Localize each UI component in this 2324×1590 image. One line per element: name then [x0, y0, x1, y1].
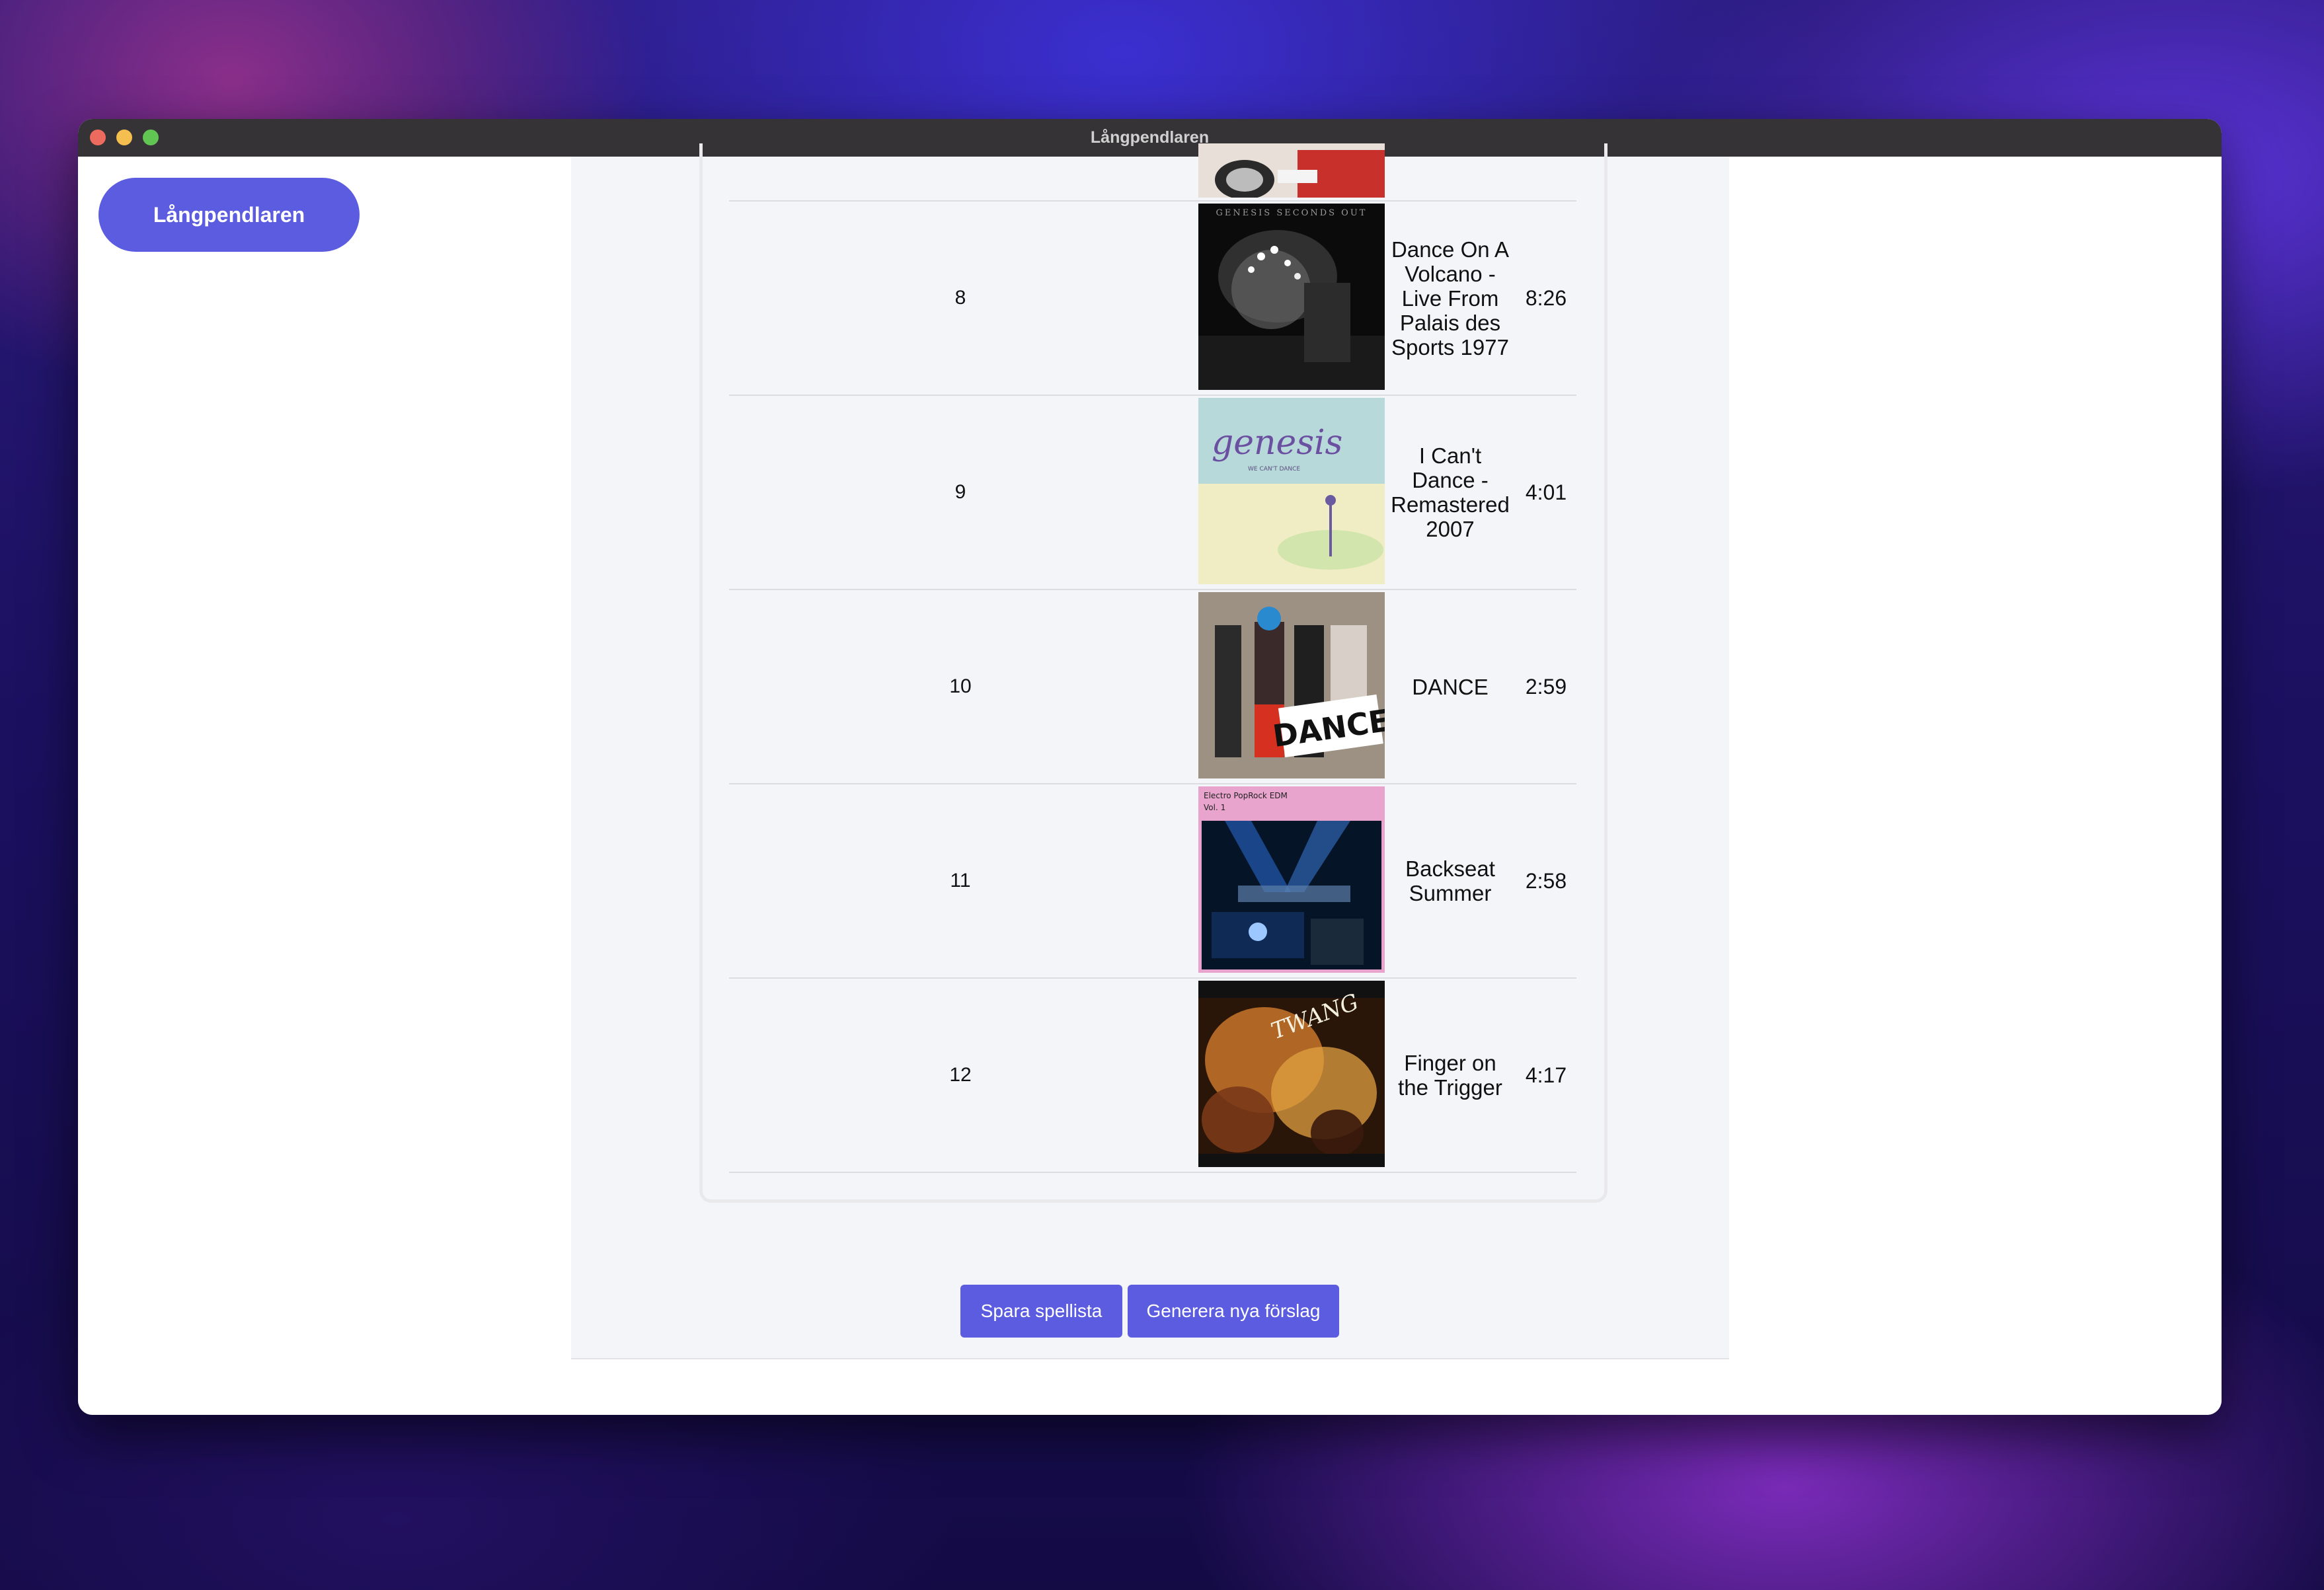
cover-text: Electro PopRock EDM [1204, 791, 1288, 800]
track-duration: 2:58 [1525, 868, 1567, 893]
album-cover: TWANG [1198, 981, 1385, 1167]
save-playlist-button[interactable]: Spara spellista [960, 1285, 1122, 1338]
album-cover: GENESIS SECONDS OUT [1198, 204, 1385, 390]
cover-subtext: WE CAN'T DANCE [1248, 466, 1300, 473]
track-number: 11 [950, 870, 971, 891]
table-row[interactable]: 10 DANCE DANCE 2:59 [729, 590, 1576, 784]
page-content: Långpendlaren 8 GENESIS SECONDS OUT Danc… [78, 143, 2222, 1415]
track-number: 10 [949, 675, 972, 697]
table-row[interactable]: 9 genesis WE CAN'T DANCE I Can't Dance -… [729, 396, 1576, 590]
track-duration: 4:17 [1525, 1063, 1567, 1087]
track-number: 12 [949, 1064, 972, 1086]
album-cover: Electro PopRock EDM Vol. 1 [1198, 786, 1385, 973]
album-cover: DANCE [1198, 592, 1385, 778]
album-cover: genesis WE CAN'T DANCE [1198, 398, 1385, 584]
track-number: 9 [954, 481, 966, 503]
track-title: Backseat Summer [1405, 856, 1495, 905]
track-title: DANCE [1412, 674, 1489, 699]
generate-suggestions-button[interactable]: Generera nya förslag [1128, 1285, 1339, 1338]
brand-button[interactable]: Långpendlaren [98, 178, 360, 252]
playlist-panel: 8 GENESIS SECONDS OUT Dance On A Volcano… [571, 143, 1729, 1359]
cover-text: GENESIS SECONDS OUT [1216, 208, 1368, 218]
track-duration: 4:01 [1525, 480, 1567, 504]
table-row[interactable]: 12 TWANG Finger on the Trigger 4:17 [729, 979, 1576, 1173]
track-duration: 2:59 [1525, 674, 1567, 699]
cover-subtext: Vol. 1 [1204, 803, 1225, 812]
playlist-card: 8 GENESIS SECONDS OUT Dance On A Volcano… [699, 143, 1607, 1203]
track-number: 8 [954, 287, 966, 309]
table-row[interactable]: 8 GENESIS SECONDS OUT Dance On A Volcano… [729, 202, 1576, 396]
cover-text: genesis [1212, 423, 1342, 463]
track-duration: 8:26 [1525, 285, 1567, 310]
track-title: Dance On A Volcano - Live From Palais de… [1391, 237, 1509, 360]
track-title: I Can't Dance - Remastered 2007 [1391, 443, 1510, 541]
table-row-partial [729, 143, 1576, 202]
track-title: Finger on the Trigger [1398, 1051, 1502, 1100]
app-window: Långpendlaren Långpendlaren 8 GENESIS SE… [78, 119, 2222, 1415]
album-cover-partial [1198, 143, 1385, 198]
table-row[interactable]: 11 Electro PopRock EDM Vol. 1 Backseat S… [729, 784, 1576, 979]
